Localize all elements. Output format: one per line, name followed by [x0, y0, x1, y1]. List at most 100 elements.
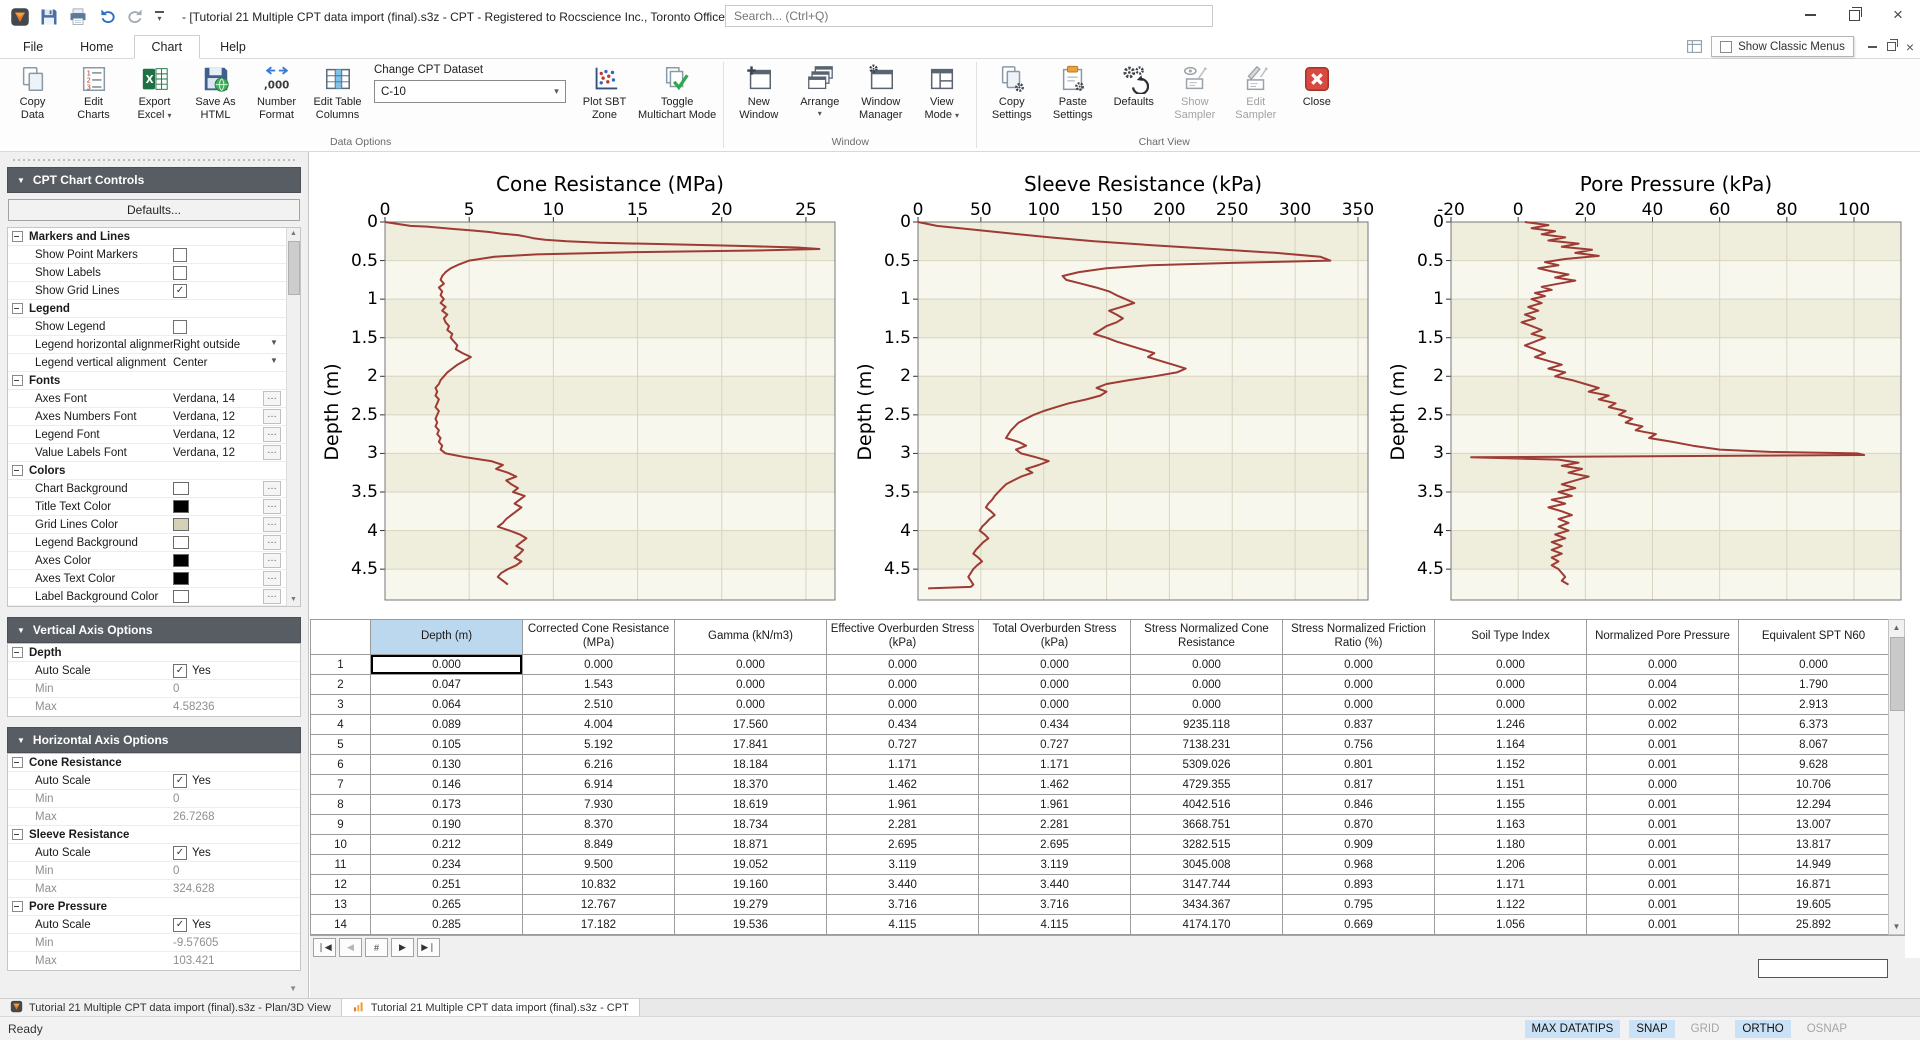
table-cell[interactable]: 3.440	[827, 875, 979, 895]
table-cell[interactable]: 0.968	[1283, 855, 1435, 875]
row-number[interactable]: 5	[311, 735, 371, 755]
new-window-button[interactable]: NewWindow	[728, 62, 789, 123]
row-number[interactable]: 6	[311, 755, 371, 775]
chevron-down-icon[interactable]: ▼	[267, 356, 281, 369]
table-cell[interactable]: 0.000	[1131, 695, 1283, 715]
column-header-effective-overburden-stress-kpa[interactable]: Effective Overburden Stress (kPa)	[827, 620, 979, 655]
app-logo-icon[interactable]	[10, 7, 30, 27]
column-header-equivalent-spt-n60[interactable]: Equivalent SPT N60	[1739, 620, 1889, 655]
table-cell[interactable]: 14.949	[1739, 855, 1889, 875]
plot-area[interactable]	[912, 216, 1374, 606]
panel-header-cpt-chart-controls[interactable]: ▼CPT Chart Controls	[7, 167, 301, 193]
table-cell[interactable]: 6.216	[523, 755, 675, 775]
table-cell[interactable]: 9235.118	[1131, 715, 1283, 735]
table-cell[interactable]: 1.155	[1435, 795, 1587, 815]
ellipsis-button[interactable]: …	[263, 427, 281, 442]
scroll-up-icon[interactable]: ▲	[287, 228, 300, 240]
table-cell[interactable]: 0.000	[1283, 695, 1435, 715]
table-cell[interactable]: 0.001	[1587, 815, 1739, 835]
table-cell[interactable]: 2.510	[523, 695, 675, 715]
panel-header-horizontal-axis-options[interactable]: ▼Horizontal Axis Options	[7, 727, 301, 753]
table-cell[interactable]: 4174.170	[1131, 915, 1283, 935]
checkbox[interactable]	[173, 266, 187, 280]
section-row-cone-resistance[interactable]: Cone Resistance	[8, 754, 300, 772]
table-cell[interactable]: 0.000	[1435, 675, 1587, 695]
corner-header[interactable]	[311, 620, 371, 655]
table-cell[interactable]: 0.000	[675, 675, 827, 695]
ellipsis-button[interactable]: …	[263, 517, 281, 532]
undo-icon[interactable]	[97, 7, 117, 27]
sheet-nav-previous-button[interactable]: ◀	[339, 938, 362, 957]
table-cell[interactable]: 0.669	[1283, 915, 1435, 935]
column-header-gamma-kn-m3[interactable]: Gamma (kN/m3)	[675, 620, 827, 655]
table-cell[interactable]: 0.801	[1283, 755, 1435, 775]
show-classic-menus-button[interactable]: Show Classic Menus	[1711, 36, 1854, 57]
table-cell[interactable]: 19.160	[675, 875, 827, 895]
defaults-button[interactable]: Defaults...	[8, 199, 300, 221]
table-cell[interactable]: 25.892	[1739, 915, 1889, 935]
column-header-soil-type-index[interactable]: Soil Type Index	[1435, 620, 1587, 655]
table-cell[interactable]: 0.909	[1283, 835, 1435, 855]
row-number[interactable]: 10	[311, 835, 371, 855]
table-cell[interactable]: 0.004	[1587, 675, 1739, 695]
collapse-icon[interactable]	[12, 231, 23, 242]
table-cell[interactable]: 0.000	[523, 655, 675, 675]
table-cell[interactable]: 3.119	[979, 855, 1131, 875]
table-cell[interactable]: 1.171	[827, 755, 979, 775]
row-number[interactable]: 13	[311, 895, 371, 915]
redo-icon[interactable]	[126, 7, 146, 27]
table-cell[interactable]: 18.184	[675, 755, 827, 775]
table-cell[interactable]: 0.000	[827, 675, 979, 695]
table-cell[interactable]: 0.146	[371, 775, 523, 795]
table-cell[interactable]: 0.089	[371, 715, 523, 735]
color-swatch[interactable]	[173, 518, 189, 531]
ellipsis-button[interactable]: …	[263, 409, 281, 424]
ellipsis-button[interactable]: …	[263, 445, 281, 460]
table-cell[interactable]: 8.370	[523, 815, 675, 835]
collapse-icon[interactable]	[12, 829, 23, 840]
table-cell[interactable]: 1.122	[1435, 895, 1587, 915]
table-cell[interactable]: 18.370	[675, 775, 827, 795]
sidebar-scroll-down-icon[interactable]: ▼	[289, 984, 297, 993]
column-header-normalized-pore-pressure[interactable]: Normalized Pore Pressure	[1587, 620, 1739, 655]
mdi-close-icon[interactable]: ×	[1906, 42, 1914, 52]
scrollbar-thumb[interactable]	[288, 241, 300, 295]
scroll-down-icon[interactable]: ▼	[1889, 919, 1904, 934]
defaults-button[interactable]: Defaults	[1103, 62, 1164, 111]
table-cell[interactable]: 19.279	[675, 895, 827, 915]
table-cell[interactable]: 1.462	[979, 775, 1131, 795]
save-as-html-button[interactable]: Save AsHTML	[185, 62, 246, 123]
row-number[interactable]: 11	[311, 855, 371, 875]
document-tab-plan-3d-view[interactable]: Tutorial 21 Multiple CPT data import (fi…	[0, 999, 342, 1017]
table-cell[interactable]: 3668.751	[1131, 815, 1283, 835]
column-header-stress-normalized-friction-ratio[interactable]: Stress Normalized Friction Ratio (%)	[1283, 620, 1435, 655]
status-toggle-max-datatips[interactable]: MAX DATATIPS	[1525, 1020, 1621, 1038]
table-cell[interactable]: 1.206	[1435, 855, 1587, 875]
color-swatch[interactable]	[173, 572, 189, 585]
table-cell[interactable]: 0.047	[371, 675, 523, 695]
table-cell[interactable]: 4.004	[523, 715, 675, 735]
table-cell[interactable]: 1.171	[1435, 875, 1587, 895]
table-cell[interactable]: 0.000	[827, 695, 979, 715]
table-cell[interactable]: 0.000	[1587, 775, 1739, 795]
table-cell[interactable]: 5.192	[523, 735, 675, 755]
table-cell[interactable]: 1.180	[1435, 835, 1587, 855]
mdi-restore-icon[interactable]	[1887, 42, 1896, 51]
table-cell[interactable]: 2.281	[827, 815, 979, 835]
collapse-icon[interactable]	[12, 465, 23, 476]
table-cell[interactable]: 7138.231	[1131, 735, 1283, 755]
ellipsis-button[interactable]: …	[263, 391, 281, 406]
section-row-pore-pressure[interactable]: Pore Pressure	[8, 898, 300, 916]
table-cell[interactable]: 13.007	[1739, 815, 1889, 835]
table-cell[interactable]: 3282.515	[1131, 835, 1283, 855]
table-cell[interactable]: 1.462	[827, 775, 979, 795]
ellipsis-button[interactable]: …	[263, 571, 281, 586]
table-cell[interactable]: 17.560	[675, 715, 827, 735]
number-format-button[interactable]: ,000NumberFormat	[246, 62, 307, 123]
table-cell[interactable]: 1.164	[1435, 735, 1587, 755]
table-cell[interactable]: 6.914	[523, 775, 675, 795]
table-cell[interactable]: 0.001	[1587, 835, 1739, 855]
ellipsis-button[interactable]: …	[263, 589, 281, 604]
section-row-sleeve-resistance[interactable]: Sleeve Resistance	[8, 826, 300, 844]
table-cell[interactable]: 0.727	[827, 735, 979, 755]
